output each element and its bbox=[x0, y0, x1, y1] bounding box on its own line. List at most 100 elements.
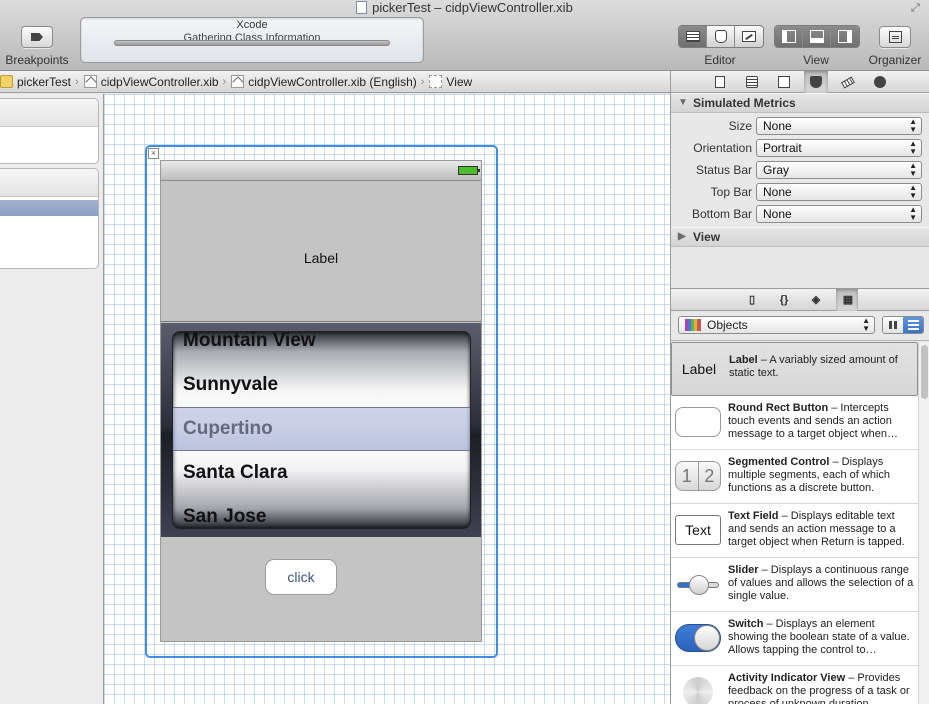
selected-object-row[interactable] bbox=[0, 200, 98, 216]
disclosure-down-icon: ▼ bbox=[678, 97, 688, 108]
segment-label: 1 bbox=[676, 462, 699, 490]
utilities-toggle-button[interactable] bbox=[831, 26, 859, 47]
popup-value: None bbox=[763, 185, 792, 199]
library-item-text: Text Field – Displays editable text and … bbox=[728, 510, 914, 549]
click-button[interactable]: click bbox=[265, 559, 337, 595]
quick-help-icon[interactable] bbox=[746, 76, 758, 88]
label-thumbnail: Label bbox=[681, 361, 717, 377]
connections-inspector-icon[interactable] bbox=[874, 76, 886, 88]
round-rect-button-thumbnail bbox=[675, 406, 721, 438]
library-item-activity-indicator[interactable]: Activity Indicator View – Provides feedb… bbox=[671, 666, 918, 704]
debug-area-toggle-button[interactable] bbox=[803, 26, 831, 47]
library-scrollbar[interactable] bbox=[918, 342, 929, 704]
picker-row-selected[interactable]: Cupertino bbox=[183, 418, 273, 440]
battery-icon bbox=[458, 166, 480, 175]
close-icon[interactable]: × bbox=[148, 148, 159, 159]
icon-view-button[interactable] bbox=[883, 317, 903, 333]
library-filter-bar: Objects ▲ ▼ bbox=[671, 311, 929, 341]
top-bar-popup[interactable]: None ▲ ▼ bbox=[756, 183, 922, 201]
library-category-popup[interactable]: Objects ▲ ▼ bbox=[678, 316, 875, 334]
picker-row[interactable]: San Jose bbox=[183, 506, 266, 528]
round-rect-shape bbox=[675, 407, 721, 437]
picker-view[interactable]: Mountain View Sunnyvale Cupertino Santa … bbox=[161, 323, 481, 537]
size-inspector-icon[interactable] bbox=[841, 76, 855, 89]
activity-viewer: Xcode Gathering Class Information bbox=[80, 17, 424, 63]
metric-bottom-bar-row: Bottom Bar None ▲ ▼ bbox=[671, 203, 929, 225]
objects-group[interactable] bbox=[0, 168, 99, 269]
standard-editor-button[interactable] bbox=[679, 26, 707, 47]
slider-knob bbox=[689, 575, 709, 595]
attributes-inspector-icon[interactable] bbox=[810, 76, 822, 88]
placeholders-group[interactable] bbox=[0, 98, 99, 164]
library-item-text-field[interactable]: Text Text Field – Displays editable text… bbox=[671, 504, 918, 558]
file-inspector-icon[interactable] bbox=[715, 76, 725, 88]
picker-row[interactable]: Sunnyvale bbox=[183, 374, 278, 396]
organizer-label: Organizer bbox=[868, 53, 922, 67]
version-editor-button[interactable] bbox=[735, 26, 763, 47]
navigator-panel-icon bbox=[782, 30, 796, 43]
identity-inspector-icon[interactable] bbox=[778, 76, 790, 88]
library-item-segmented-control[interactable]: 12 Segmented Control – Displays multiple… bbox=[671, 450, 918, 504]
library-item-round-rect-button[interactable]: Round Rect Button – Intercepts touch eve… bbox=[671, 396, 918, 450]
activity-indicator-thumbnail bbox=[675, 676, 721, 704]
library-item-label[interactable]: Label Label – A variably sized amount of… bbox=[671, 342, 918, 396]
up-down-arrows-icon: ▲ ▼ bbox=[909, 183, 917, 200]
breadcrumb-label: pickerTest bbox=[17, 74, 72, 89]
file-template-library-icon[interactable]: ▯ bbox=[746, 294, 758, 306]
item-name: Switch bbox=[728, 618, 764, 630]
size-popup[interactable]: None ▲ ▼ bbox=[756, 117, 922, 135]
editor-label: Editor bbox=[704, 53, 736, 67]
library-selector-bar: ▯ {} ◈ ▦ bbox=[671, 288, 929, 311]
item-name: Text Field bbox=[728, 510, 779, 522]
metric-top-bar-row: Top Bar None ▲ ▼ bbox=[671, 181, 929, 203]
orientation-popup[interactable]: Portrait ▲ ▼ bbox=[756, 139, 922, 157]
section-title: View bbox=[693, 230, 721, 244]
text-field-thumbnail: Text bbox=[675, 514, 721, 546]
breakpoints-button[interactable] bbox=[21, 26, 53, 48]
library-item-text: Round Rect Button – Intercepts touch eve… bbox=[728, 402, 914, 441]
scrollbar-thumb[interactable] bbox=[921, 345, 928, 399]
iphone-view[interactable]: Label Mountain View Sunnyvale Cupertino … bbox=[160, 160, 482, 642]
breadcrumb-project[interactable]: pickerTest › bbox=[0, 75, 79, 89]
list-view-button[interactable] bbox=[903, 317, 923, 333]
assistant-editor-icon bbox=[715, 30, 727, 43]
segment-label: 2 bbox=[704, 466, 715, 486]
breakpoint-icon bbox=[31, 33, 43, 41]
breadcrumb-label: cidpViewController.xib (English) bbox=[248, 74, 417, 89]
view-object-icon bbox=[429, 75, 443, 88]
view-section-header[interactable]: ▶ View bbox=[671, 227, 929, 247]
organizer-button[interactable] bbox=[879, 26, 911, 48]
document-outline-dock bbox=[0, 94, 104, 704]
popup-value: Gray bbox=[763, 163, 790, 177]
bottom-bar-popup[interactable]: None ▲ ▼ bbox=[756, 205, 922, 223]
picker-row[interactable]: Mountain View bbox=[183, 332, 316, 352]
list-icon bbox=[908, 320, 919, 330]
breadcrumb-xib[interactable]: cidpViewController.xib › bbox=[79, 74, 226, 89]
picker-wheel[interactable]: Mountain View Sunnyvale Cupertino Santa … bbox=[172, 331, 471, 529]
xib-file-icon bbox=[231, 75, 245, 88]
navigator-toggle-button[interactable] bbox=[775, 26, 803, 47]
library-item-switch[interactable]: Switch – Displays an element showing the… bbox=[671, 612, 918, 666]
label-object[interactable]: Label bbox=[161, 250, 481, 266]
divider bbox=[161, 321, 481, 322]
library-item-text: Activity Indicator View – Provides feedb… bbox=[728, 672, 914, 704]
breadcrumb-xib-localized[interactable]: cidpViewController.xib (English) › bbox=[226, 75, 424, 89]
media-library-icon[interactable]: ▦ bbox=[842, 294, 854, 306]
assistant-editor-button[interactable] bbox=[707, 26, 735, 47]
breadcrumb-view[interactable]: View bbox=[424, 75, 472, 89]
code-snippet-library-icon[interactable]: {} bbox=[778, 294, 790, 306]
breadcrumb-label: cidpViewController.xib bbox=[100, 74, 219, 89]
simulated-metrics-header[interactable]: ▼ Simulated Metrics bbox=[671, 93, 929, 113]
dock-group-header bbox=[0, 169, 98, 197]
text-field-shape: Text bbox=[675, 515, 721, 545]
object-library-icon[interactable]: ◈ bbox=[810, 294, 822, 306]
fullscreen-icon[interactable]: ⤢ bbox=[911, 2, 923, 14]
metric-status-bar-row: Status Bar Gray ▲ ▼ bbox=[671, 159, 929, 181]
library-item-slider[interactable]: Slider – Displays a continuous range of … bbox=[671, 558, 918, 612]
picker-row[interactable]: Santa Clara bbox=[183, 462, 288, 484]
item-name: Label bbox=[729, 354, 758, 366]
up-down-arrows-icon: ▲ ▼ bbox=[909, 205, 917, 222]
library-item-text: Slider – Displays a continuous range of … bbox=[728, 564, 914, 603]
status-bar-popup[interactable]: Gray ▲ ▼ bbox=[756, 161, 922, 179]
standard-editor-icon bbox=[686, 31, 700, 42]
